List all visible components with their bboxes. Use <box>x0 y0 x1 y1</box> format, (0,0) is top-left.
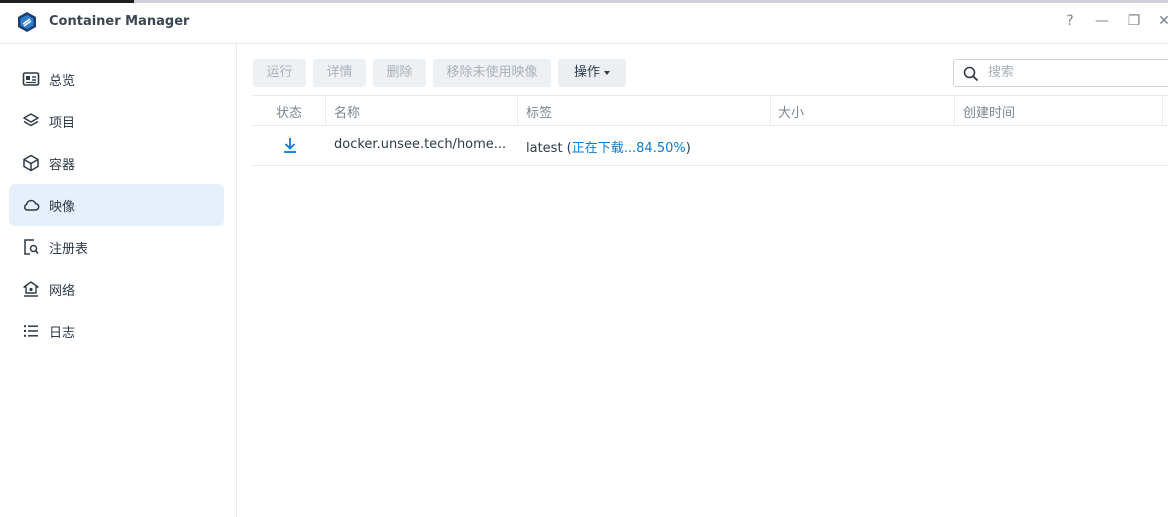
network-home-icon <box>23 281 39 297</box>
sidebar: 总览 项目 容器 映像 注册表 网络 日志 <box>0 44 237 517</box>
image-name-cell: docker.unsee.tech/home... <box>334 137 507 152</box>
sidebar-item-label: 日志 <box>49 326 76 341</box>
column-header-created[interactable]: 创建时间 <box>963 102 1015 121</box>
remove-unused-images-button[interactable]: 移除未使用映像 <box>433 59 551 87</box>
tag-paren-open: ( <box>562 141 572 156</box>
column-header-tag[interactable]: 标签 <box>526 102 552 121</box>
sidebar-item-label: 项目 <box>49 116 76 131</box>
sidebar-item-network[interactable]: 网络 <box>9 268 224 310</box>
download-icon <box>284 138 296 153</box>
tag-value: latest <box>526 141 563 156</box>
app-title: Container Manager <box>49 14 190 29</box>
sidebar-item-label: 网络 <box>49 284 76 299</box>
minimize-button[interactable]: — <box>1094 13 1110 31</box>
cube-icon <box>23 154 39 172</box>
sidebar-item-label: 映像 <box>49 200 76 215</box>
sidebar-item-projects[interactable]: 项目 <box>9 100 224 142</box>
help-button[interactable]: ? <box>1062 13 1078 31</box>
sidebar-item-logs[interactable]: 日志 <box>9 310 224 352</box>
cloud-icon <box>23 199 40 211</box>
column-divider[interactable] <box>517 96 518 125</box>
sidebar-item-containers[interactable]: 容器 <box>9 142 224 184</box>
container-manager-logo-icon <box>18 12 36 32</box>
sidebar-item-images[interactable]: 映像 <box>9 184 224 226</box>
column-divider[interactable] <box>770 96 771 125</box>
main-panel: 运行 详情 删除 移除未使用映像 操作 状态 名称 标签 大小 创建时间 doc… <box>237 44 1168 517</box>
sidebar-item-label: 总览 <box>49 74 76 89</box>
table-header: 状态 名称 标签 大小 创建时间 <box>253 95 1168 126</box>
actions-label: 操作 <box>573 65 600 80</box>
list-icon <box>24 325 38 337</box>
search-icon <box>963 66 979 82</box>
sidebar-item-registry[interactable]: 注册表 <box>9 226 224 268</box>
column-divider[interactable] <box>325 96 326 125</box>
details-button[interactable]: 详情 <box>313 59 366 87</box>
column-divider[interactable] <box>1162 96 1163 125</box>
column-divider[interactable] <box>954 96 955 125</box>
caret-down-icon <box>604 70 610 75</box>
sidebar-item-label: 容器 <box>49 158 76 173</box>
overview-icon <box>22 72 40 86</box>
delete-button[interactable]: 删除 <box>373 59 426 87</box>
image-tag-cell: latest (正在下载...84.50%) <box>526 137 691 156</box>
column-header-name[interactable]: 名称 <box>334 102 360 121</box>
sidebar-item-overview[interactable]: 总览 <box>9 58 224 100</box>
run-button[interactable]: 运行 <box>253 59 306 87</box>
column-header-status[interactable]: 状态 <box>276 102 302 121</box>
column-header-size[interactable]: 大小 <box>778 102 804 121</box>
restore-button[interactable]: ❐ <box>1126 13 1142 31</box>
registry-search-icon <box>24 239 39 255</box>
tag-paren-close: ) <box>685 141 691 156</box>
download-progress-text: 正在下载...84.50% <box>571 141 686 156</box>
actions-dropdown-button[interactable]: 操作 <box>558 59 626 87</box>
search-box[interactable] <box>953 59 1168 87</box>
search-input[interactable] <box>986 64 1168 81</box>
title-bar: Container Manager ? — ❐ ✕ <box>0 3 1168 44</box>
sidebar-item-label: 注册表 <box>49 242 89 257</box>
table-row[interactable]: docker.unsee.tech/home... latest (正在下载..… <box>253 125 1168 166</box>
close-button[interactable]: ✕ <box>1156 13 1168 31</box>
layers-icon <box>23 113 39 127</box>
